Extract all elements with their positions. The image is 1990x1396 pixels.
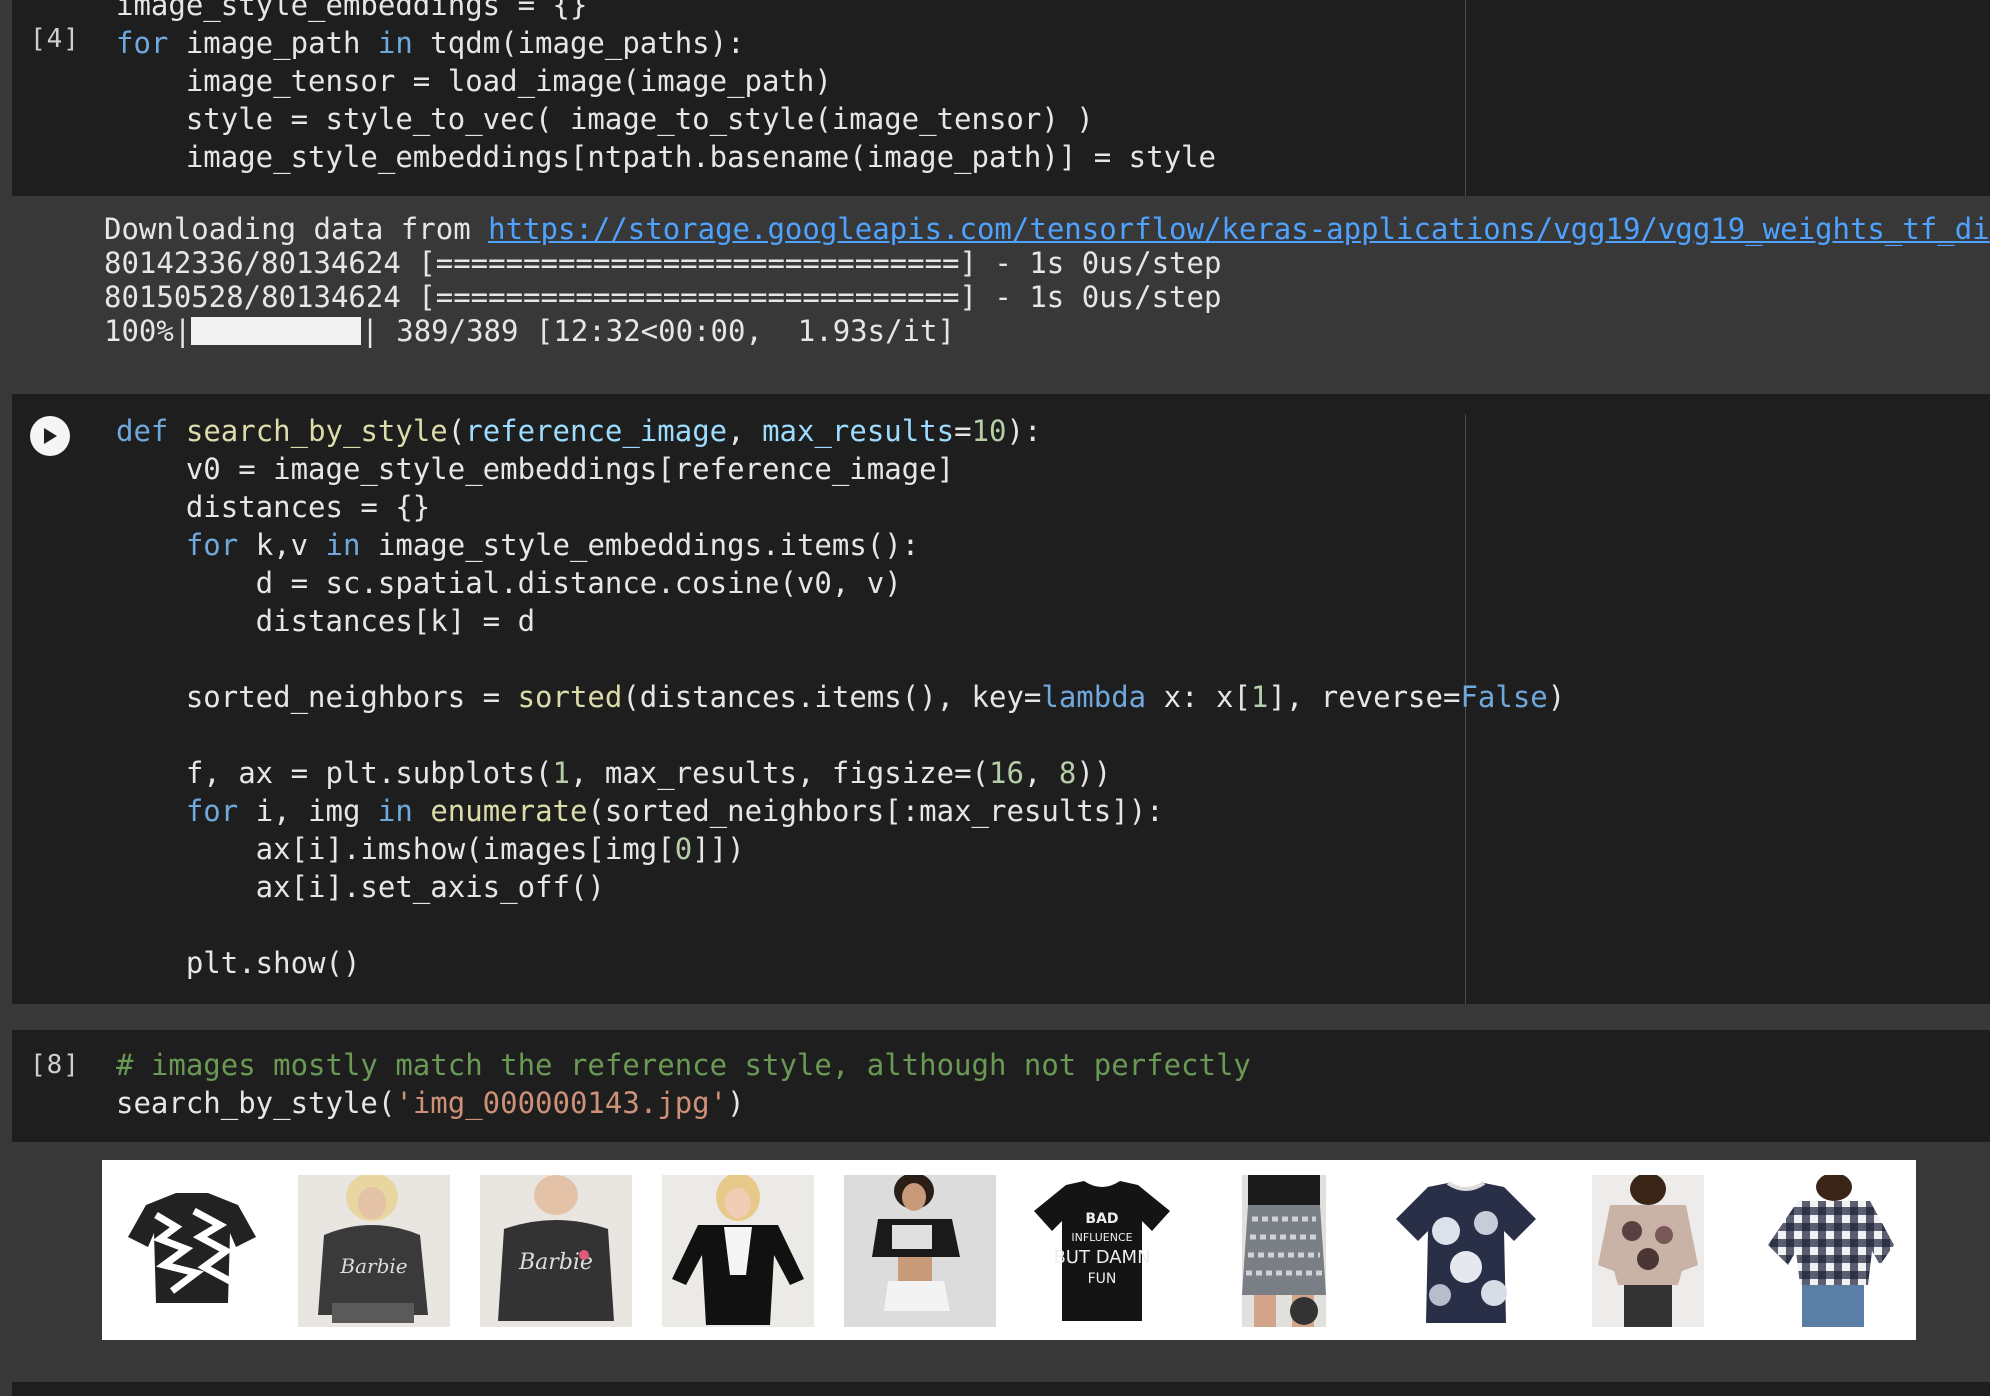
code-line: sorted_neighbors = sorted(distances.item… [116, 680, 1566, 714]
code-line: plt.show() [116, 946, 361, 980]
result-image-strip: Barbie Barbie BAD INFLUENCE BUT DAMN FUN [102, 1160, 1916, 1340]
tqdm-progress: 100%| | 389/389 [12:32<00:00, 1.93s/it] [104, 314, 955, 348]
code-line: search_by_style('img_000000143.jpg') [116, 1086, 745, 1120]
code-line: distances[k] = d [116, 604, 536, 638]
svg-text:Barbie: Barbie [339, 1254, 407, 1278]
code-cell-8[interactable]: [8] # images mostly match the reference … [12, 1030, 1990, 1142]
code-editor[interactable]: image_style_embeddings = {} for image_pa… [116, 0, 1216, 176]
run-cell-button[interactable] [30, 416, 70, 456]
code-line: image_tensor = load_image(image_path) [116, 64, 832, 98]
code-line: ax[i].set_axis_off() [116, 870, 605, 904]
code-cell-4[interactable]: [4] image_style_embeddings = {} for imag… [12, 0, 1990, 196]
result-thumbnail [844, 1175, 996, 1327]
result-thumbnail [128, 1193, 256, 1303]
next-cell-edge [12, 1382, 1990, 1396]
download-link[interactable]: https://storage.googleapis.com/tensorflo… [488, 212, 1990, 246]
code-cell-search-by-style[interactable]: def search_by_style(reference_image, max… [12, 394, 1990, 1004]
code-line: distances = {} [116, 490, 431, 524]
code-line: v0 = image_style_embeddings[reference_im… [116, 452, 955, 486]
code-line: d = sc.spatial.distance.cosine(v0, v) [116, 566, 902, 600]
code-line: for k,v in image_style_embeddings.items(… [185, 528, 920, 562]
svg-text:BUT DAMN: BUT DAMN [1053, 1247, 1150, 1268]
code-line: ax[i].imshow(images[img[0]]) [116, 832, 745, 866]
svg-text:INFLUENCE: INFLUENCE [1071, 1231, 1132, 1244]
cell-output-4: Downloading data from https://storage.go… [0, 196, 1990, 394]
result-thumbnail [1592, 1175, 1704, 1327]
code-comment: # images mostly match the reference styl… [116, 1048, 1251, 1082]
result-thumbnail [1396, 1181, 1536, 1323]
result-thumbnail [1768, 1175, 1894, 1327]
result-thumbnail: Barbie [480, 1175, 632, 1327]
code-line: f, ax = plt.subplots(1, max_results, fig… [116, 756, 1112, 790]
line-length-ruler [1465, 0, 1466, 196]
result-thumbnail: Barbie [298, 1175, 450, 1327]
play-icon [44, 428, 57, 444]
code-line: def search_by_style(reference_image, max… [116, 414, 1042, 448]
result-thumbnail: BAD INFLUENCE BUT DAMN FUN [1034, 1181, 1170, 1321]
code-line: style = style_to_vec( image_to_style(ima… [116, 102, 1094, 136]
code-line: for image_path in tqdm(image_paths): [116, 26, 745, 60]
result-thumbnail [662, 1175, 814, 1327]
svg-text:FUN: FUN [1088, 1271, 1117, 1287]
code-line: for i, img in enumerate(sorted_neighbors… [185, 794, 1164, 828]
progress-bar [191, 317, 362, 345]
svg-text:BAD: BAD [1085, 1211, 1118, 1227]
result-thumbnail [1242, 1175, 1326, 1327]
progress-line: 80150528/80134624 [=====================… [104, 280, 1222, 314]
progress-line: 80142336/80134624 [=====================… [104, 246, 1222, 280]
stdout: Downloading data from https://storage.go… [104, 212, 1990, 348]
code-line: image_style_embeddings = {} [116, 0, 588, 22]
execution-count: [4] [30, 24, 80, 54]
code-line: image_style_embeddings[ntpath.basename(i… [116, 140, 1216, 174]
code-editor[interactable]: def search_by_style(reference_image, max… [116, 412, 1565, 982]
code-editor[interactable]: # images mostly match the reference styl… [116, 1046, 1251, 1122]
execution-count: [8] [30, 1050, 80, 1080]
